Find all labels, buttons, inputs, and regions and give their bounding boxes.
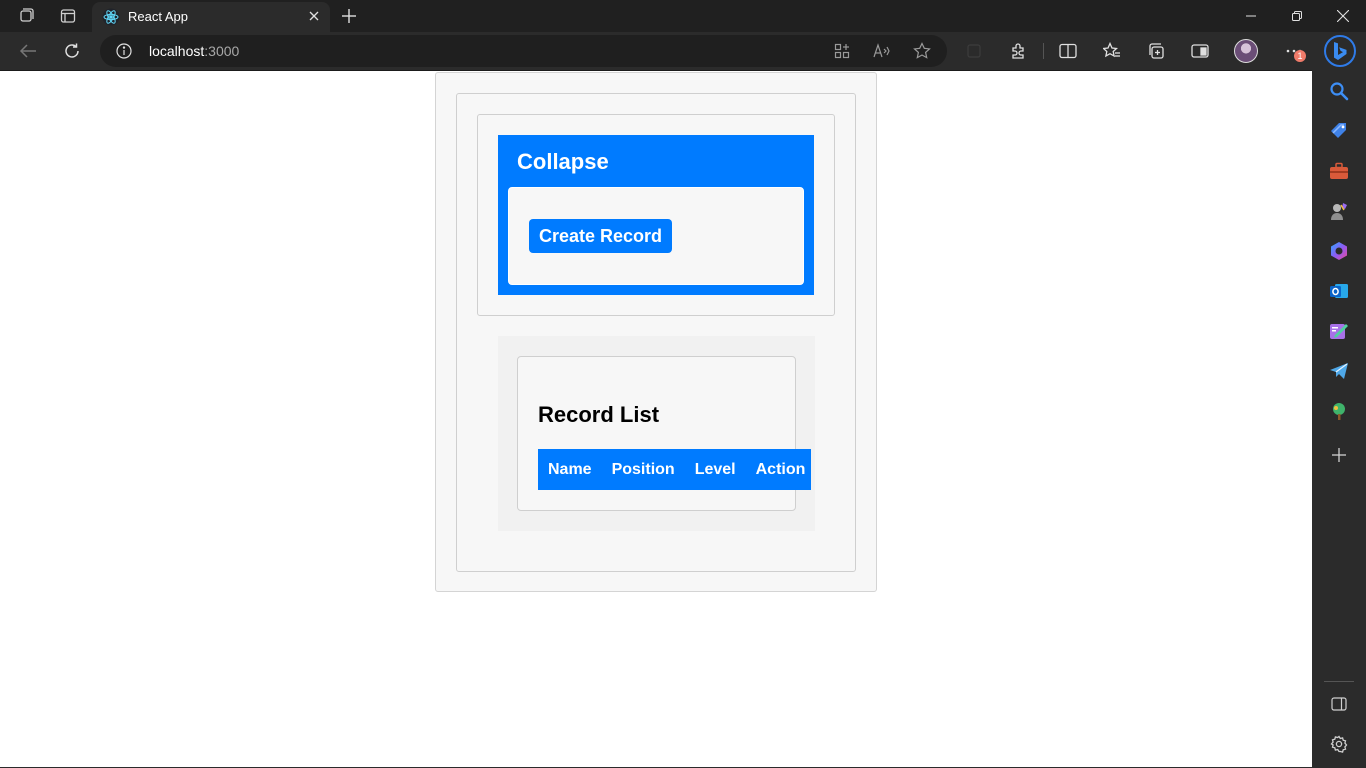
app-available-icon[interactable] (831, 40, 853, 62)
close-tab-icon[interactable] (306, 8, 322, 24)
collapse-body: Create Record (508, 187, 804, 285)
toolbar-separator (1043, 43, 1044, 59)
column-header-action: Action (755, 460, 806, 478)
extension-faded-icon[interactable] (960, 37, 988, 65)
address-bar[interactable]: localhost:3000 (100, 35, 947, 67)
site-info-icon[interactable] (116, 43, 132, 59)
url-host: localhost (149, 43, 205, 59)
games-icon[interactable] (1327, 199, 1351, 223)
record-list-card: Record List Name Position Level Action (517, 356, 811, 511)
record-list-section: Record List Name Position Level Action (498, 336, 815, 531)
app-inner-card: Collapse Create Record Record List Name … (456, 93, 856, 572)
collections-icon[interactable] (1142, 37, 1170, 65)
notification-badge: 1 (1294, 50, 1306, 62)
extensions-icon[interactable] (1005, 37, 1033, 65)
app-container: Collapse Create Record Record List Name … (435, 72, 877, 592)
profile-avatar[interactable] (1234, 39, 1258, 63)
collapse-section: Collapse Create Record (477, 114, 835, 316)
tree-icon[interactable] (1327, 399, 1351, 423)
browser-essentials-icon[interactable] (1186, 37, 1214, 65)
sidebar-separator (1324, 681, 1354, 682)
record-table-header: Name Position Level Action (538, 449, 811, 490)
record-list-title: Record List (538, 402, 660, 427)
restore-icon[interactable] (1274, 0, 1320, 32)
close-window-icon[interactable] (1320, 0, 1366, 32)
refresh-icon[interactable] (58, 37, 86, 65)
create-record-button[interactable]: Create Record (529, 219, 673, 253)
favorites-icon[interactable] (1098, 37, 1126, 65)
copilot-icon[interactable] (1327, 239, 1351, 263)
url-port: :3000 (204, 43, 240, 59)
collapse-card: Collapse Create Record (498, 135, 814, 295)
read-aloud-icon[interactable] (871, 40, 893, 62)
split-screen-icon[interactable] (1054, 37, 1082, 65)
url-text[interactable]: localhost:3000 (149, 43, 239, 59)
designer-icon[interactable] (1327, 319, 1351, 343)
settings-icon[interactable] (1327, 732, 1351, 756)
tab-react-app[interactable]: React App (92, 2, 330, 32)
collapse-toggle[interactable]: Collapse (517, 149, 609, 175)
outlook-icon[interactable] (1327, 279, 1351, 303)
telegram-icon[interactable] (1327, 359, 1351, 383)
add-icon[interactable] (1327, 443, 1351, 467)
new-tab-icon[interactable] (338, 4, 360, 28)
sidebar-toggle-icon[interactable] (1327, 692, 1351, 716)
shopping-tag-icon[interactable] (1327, 119, 1351, 143)
tab-actions-icon[interactable] (54, 4, 82, 28)
column-header-level: Level (694, 460, 736, 478)
workspaces-icon[interactable] (12, 4, 40, 28)
tab-strip: React App (0, 0, 1366, 32)
tab-title: React App (128, 9, 188, 24)
column-header-name: Name (548, 460, 592, 478)
tools-icon[interactable] (1327, 159, 1351, 183)
minimize-icon[interactable] (1228, 0, 1274, 32)
page-viewport: Collapse Create Record Record List Name … (0, 70, 1312, 768)
react-logo-icon (102, 8, 120, 26)
browser-toolbar: localhost:3000 1 (0, 32, 1366, 70)
search-icon[interactable] (1327, 79, 1351, 103)
column-header-position: Position (611, 460, 675, 478)
edge-sidebar (1312, 70, 1366, 768)
back-icon[interactable] (14, 37, 42, 65)
favorite-star-icon[interactable] (911, 40, 933, 62)
bing-copilot-icon[interactable] (1324, 35, 1356, 67)
